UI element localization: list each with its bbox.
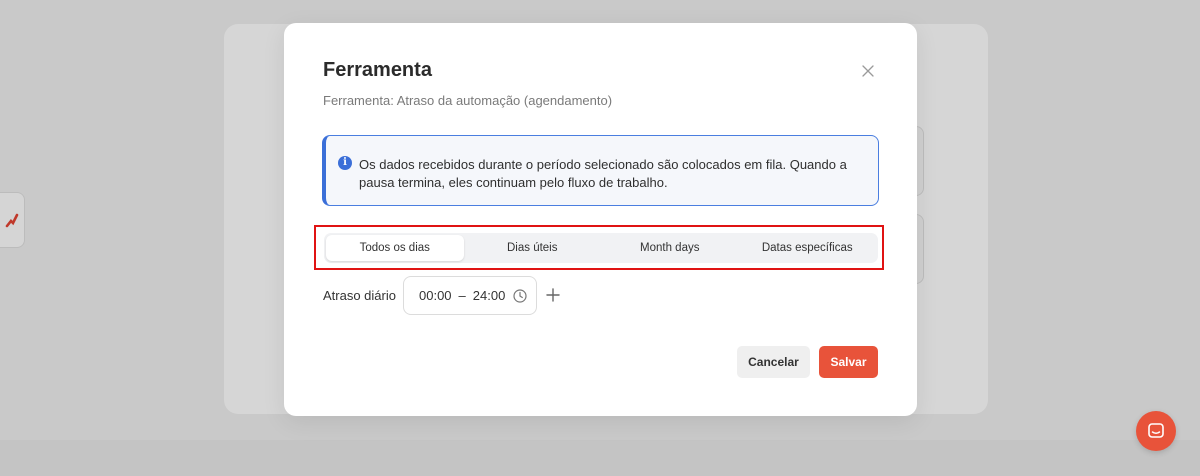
close-button[interactable] [858,61,878,81]
tab-specific-dates[interactable]: Datas específicas [739,235,877,261]
close-icon [862,65,874,77]
info-alert: i Os dados recebidos durante o período s… [322,135,879,206]
logo-icon [5,213,19,228]
background-footer [0,440,1200,476]
info-text: Os dados recebidos durante o período sel… [359,157,847,190]
daily-delay-label: Atraso diário [323,288,396,303]
chat-icon [1148,423,1164,438]
info-icon: i [338,156,352,170]
clock-icon [513,289,527,303]
time-start: 00:00 [419,288,452,303]
tab-every-day[interactable]: Todos os dias [326,235,464,261]
time-end: 24:00 [472,288,506,303]
cancel-button[interactable]: Cancelar [737,346,810,378]
save-button[interactable]: Salvar [819,346,878,378]
time-separator: – [458,288,466,303]
chat-launcher-button[interactable] [1136,411,1176,451]
time-range-picker[interactable]: 00:00 – 24:00 [403,276,537,315]
tab-weekdays[interactable]: Dias úteis [464,235,602,261]
modal-title: Ferramenta [323,59,432,81]
side-tab[interactable] [0,192,25,248]
tab-month-days[interactable]: Month days [601,235,739,261]
plus-icon [546,288,560,302]
schedule-tabs: Todos os dias Dias úteis Month days Data… [324,233,878,263]
tool-modal: Ferramenta Ferramenta: Atraso da automaç… [284,23,917,416]
add-time-range-button[interactable] [544,286,562,304]
modal-subtitle: Ferramenta: Atraso da automação (agendam… [323,93,613,108]
